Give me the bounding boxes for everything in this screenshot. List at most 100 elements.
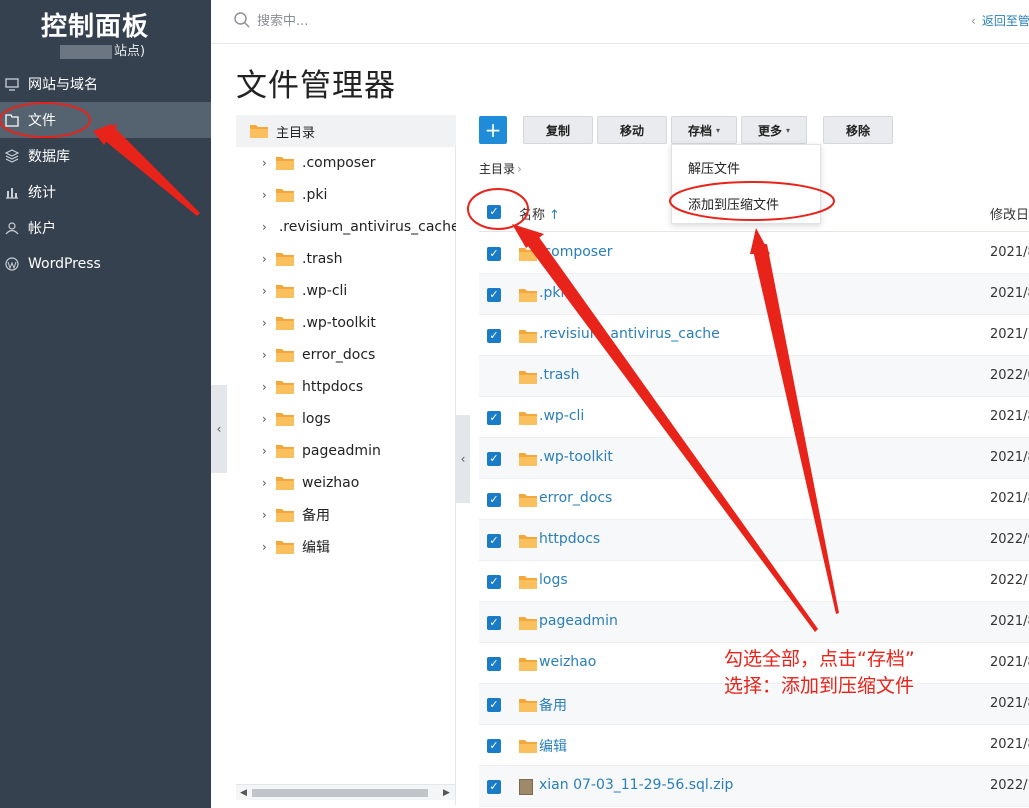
back-to-admin-link[interactable]: ‹返回至管理 — [971, 12, 1029, 29]
column-name-header[interactable]: 名称 ↑ — [519, 204, 560, 223]
sidebar-item-label: 数据库 — [28, 149, 70, 165]
more-button[interactable]: 更多 ▾ — [741, 116, 807, 144]
tree-item-label: .pki — [302, 187, 328, 203]
tree-item[interactable]: › .revisium_antivirus_cache — [236, 211, 456, 243]
chevron-right-icon[interactable]: › — [262, 348, 272, 362]
row-checkbox[interactable] — [487, 370, 501, 384]
chevron-right-icon[interactable]: › — [262, 156, 272, 170]
table-row[interactable]: ✓ .pki 2021/8 — [479, 274, 1029, 315]
file-name-link[interactable]: 编辑 — [539, 736, 567, 756]
table-row[interactable]: ✓ .composer 2021/8 — [479, 233, 1029, 274]
row-checkbox[interactable]: ✓ — [487, 739, 501, 753]
tree-item[interactable]: › 备用 — [236, 499, 456, 531]
scroll-right-icon[interactable]: ▶ — [443, 785, 450, 801]
menu-item-add-to-archive[interactable]: 添加到压缩文件 — [688, 194, 779, 213]
row-checkbox[interactable]: ✓ — [487, 411, 501, 425]
row-checkbox[interactable]: ✓ — [487, 247, 501, 261]
table-row[interactable]: .trash 2022/0 — [479, 356, 1029, 397]
file-name-link[interactable]: .revisium_antivirus_cache — [539, 326, 720, 342]
file-name-link[interactable]: pageadmin — [539, 613, 618, 629]
tree-horizontal-scrollbar[interactable]: ◀ ▶ — [236, 784, 455, 800]
row-checkbox[interactable]: ✓ — [487, 575, 501, 589]
row-checkbox[interactable]: ✓ — [487, 657, 501, 671]
file-name-link[interactable]: weizhao — [539, 654, 596, 670]
row-checkbox[interactable]: ✓ — [487, 698, 501, 712]
file-modified-date: 2021/8 — [990, 245, 1029, 260]
tree-item[interactable]: › httpdocs — [236, 371, 456, 403]
chevron-right-icon[interactable]: › — [262, 380, 272, 394]
tree-item[interactable]: › error_docs — [236, 339, 456, 371]
add-button[interactable]: + — [479, 116, 507, 144]
row-checkbox[interactable]: ✓ — [487, 493, 501, 507]
tree-item[interactable]: › 编辑 — [236, 531, 456, 563]
copy-button[interactable]: 复制 — [523, 116, 593, 144]
file-name-link[interactable]: .wp-toolkit — [539, 449, 613, 465]
row-checkbox[interactable]: ✓ — [487, 288, 501, 302]
chevron-right-icon[interactable]: › — [262, 412, 272, 426]
chevron-right-icon[interactable]: › — [262, 476, 272, 490]
breadcrumb-root[interactable]: 主目录 — [479, 162, 515, 176]
archive-button[interactable]: 存档 ▾ — [671, 116, 737, 144]
sidebar-item-databases[interactable]: 数据库 — [0, 138, 211, 174]
tree-root-label: 主目录 — [276, 125, 316, 141]
tree-item[interactable]: › .wp-toolkit — [236, 307, 456, 339]
tree-item[interactable]: › .trash — [236, 243, 456, 275]
tree-collapse-handle[interactable]: ‹ — [456, 415, 470, 503]
file-name-link[interactable]: error_docs — [539, 490, 612, 506]
file-name-link[interactable]: .composer — [539, 244, 612, 260]
scroll-left-icon[interactable]: ◀ — [240, 785, 247, 801]
tree-item-label: .wp-cli — [302, 283, 348, 299]
column-modified-header[interactable]: 修改日 — [990, 204, 1029, 223]
sidebar-item-statistics[interactable]: 统计 — [0, 174, 211, 210]
sidebar-collapse-handle[interactable]: ‹ — [211, 385, 227, 473]
table-row[interactable]: ✓ error_docs 2021/8 — [479, 479, 1029, 520]
sidebar-item-wordpress[interactable]: WordPress — [0, 246, 211, 282]
table-row[interactable]: ✓ .wp-toolkit 2021/8 — [479, 438, 1029, 479]
move-button[interactable]: 移动 — [597, 116, 667, 144]
tree-item-label: .wp-toolkit — [302, 315, 376, 331]
chevron-right-icon[interactable]: › — [262, 188, 272, 202]
table-row[interactable]: ✓ xian 07-03_11-29-56.sql.zip 2022/1 — [479, 766, 1029, 807]
tree-item[interactable]: › logs — [236, 403, 456, 435]
file-name-link[interactable]: .trash — [539, 367, 579, 383]
chevron-right-icon[interactable]: › — [262, 252, 272, 266]
chevron-right-icon[interactable]: › — [262, 284, 272, 298]
file-name-link[interactable]: .pki — [539, 285, 564, 301]
scrollbar-thumb[interactable] — [252, 789, 428, 797]
row-checkbox[interactable]: ✓ — [487, 329, 501, 343]
table-row[interactable]: ✓ logs 2022/1 — [479, 561, 1029, 602]
table-row[interactable]: ✓ .wp-cli 2021/8 — [479, 397, 1029, 438]
sidebar-item-websites[interactable]: 网站与域名 — [0, 66, 211, 102]
file-name-link[interactable]: logs — [539, 572, 568, 588]
table-row[interactable]: ✓ 编辑 2021/8 — [479, 725, 1029, 766]
file-name-link[interactable]: httpdocs — [539, 531, 600, 547]
table-row[interactable]: ✓ httpdocs 2022/9 — [479, 520, 1029, 561]
chevron-right-icon[interactable]: › — [262, 508, 272, 522]
table-row[interactable]: ✓ .revisium_antivirus_cache 2021/1 — [479, 315, 1029, 356]
tree-root[interactable]: 主目录 — [236, 115, 456, 147]
chevron-right-icon[interactable]: › — [262, 316, 272, 330]
tree-item[interactable]: › .wp-cli — [236, 275, 456, 307]
tree-item[interactable]: › .composer — [236, 147, 456, 179]
file-name-link[interactable]: 备用 — [539, 695, 567, 715]
file-name-link[interactable]: xian 07-03_11-29-56.sql.zip — [539, 777, 733, 793]
row-checkbox[interactable]: ✓ — [487, 616, 501, 630]
search-input[interactable] — [257, 10, 557, 32]
chevron-right-icon[interactable]: › — [262, 540, 272, 554]
chevron-right-icon[interactable]: › — [262, 444, 272, 458]
chevron-right-icon[interactable]: › — [262, 220, 267, 234]
menu-item-extract[interactable]: 解压文件 — [688, 158, 740, 177]
row-checkbox[interactable]: ✓ — [487, 780, 501, 794]
remove-button[interactable]: 移除 — [823, 116, 893, 144]
zip-file-icon — [519, 779, 533, 795]
sidebar-item-files[interactable]: 文件 — [0, 102, 211, 138]
select-all-checkbox[interactable]: ✓ — [487, 205, 501, 219]
row-checkbox[interactable]: ✓ — [487, 534, 501, 548]
tree-item[interactable]: › weizhao — [236, 467, 456, 499]
file-name-link[interactable]: .wp-cli — [539, 408, 584, 424]
tree-item[interactable]: › pageadmin — [236, 435, 456, 467]
sidebar-item-account[interactable]: 帐户 — [0, 210, 211, 246]
table-row[interactable]: ✓ pageadmin 2021/8 — [479, 602, 1029, 643]
row-checkbox[interactable]: ✓ — [487, 452, 501, 466]
tree-item[interactable]: › .pki — [236, 179, 456, 211]
